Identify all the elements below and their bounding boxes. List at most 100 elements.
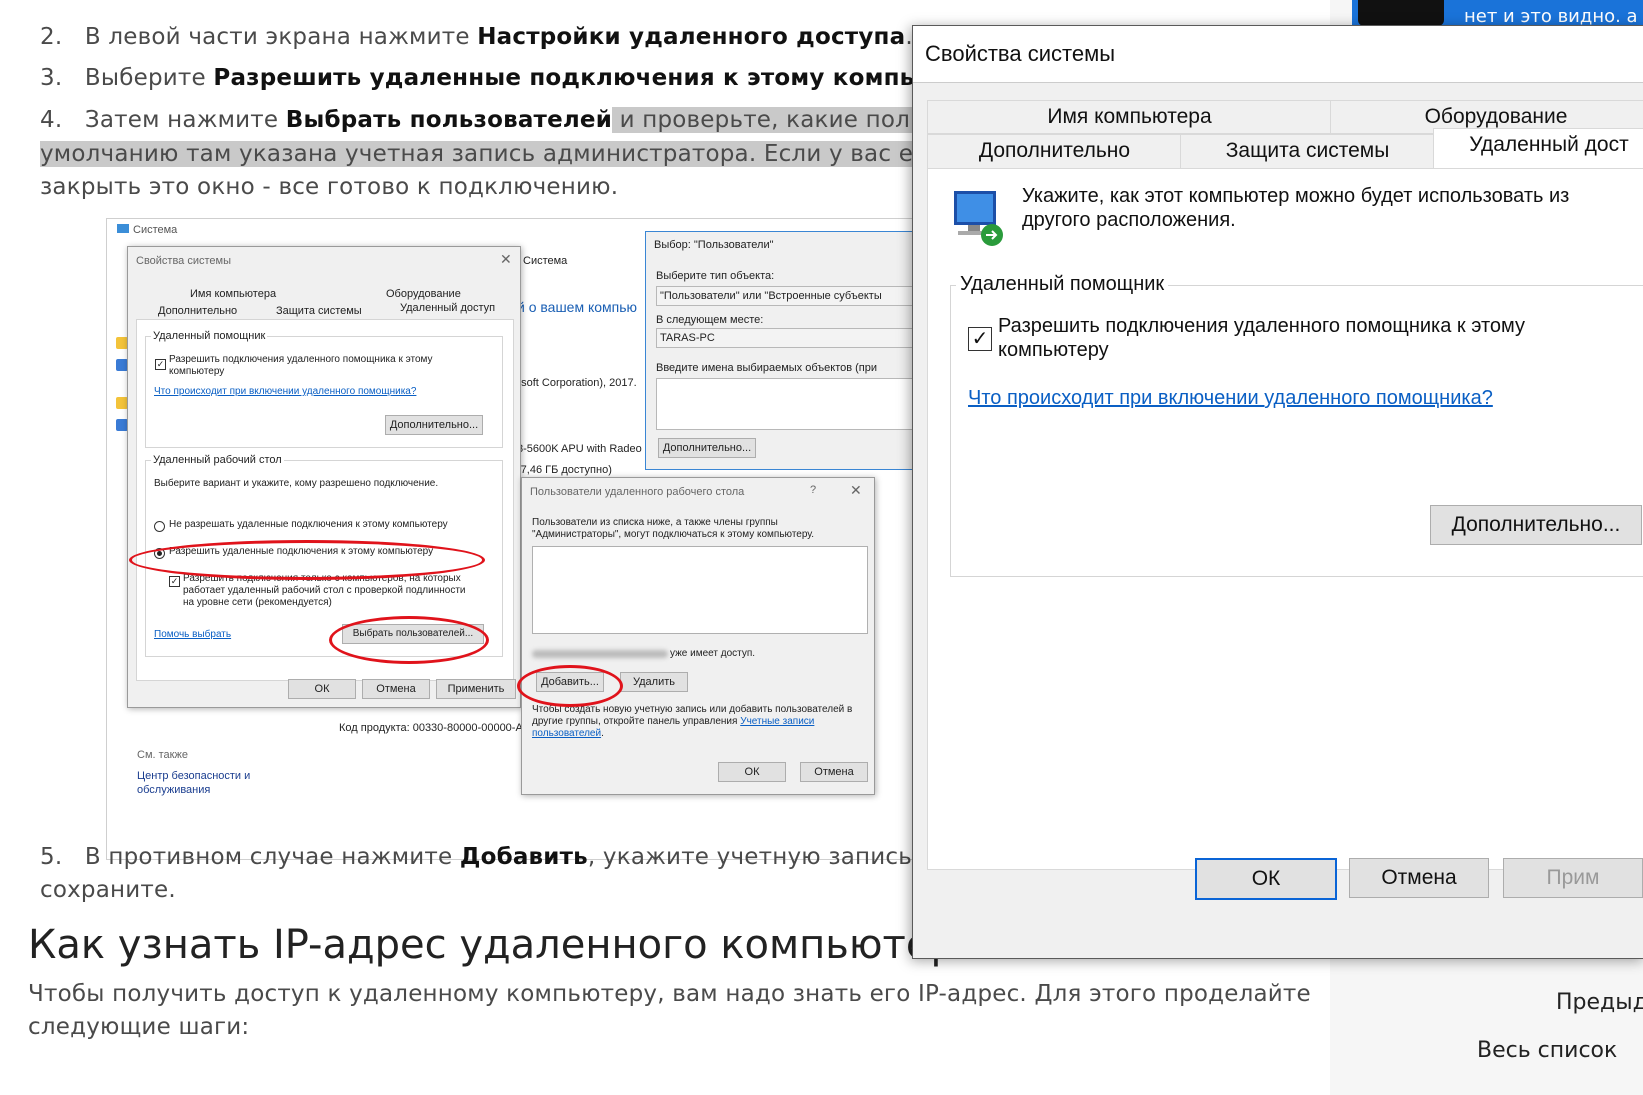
rdp-users-title: Пользователи удаленного рабочего стола xyxy=(530,486,745,498)
select-advanced-button[interactable]: Дополнительно... xyxy=(658,438,756,458)
tab-computer-name[interactable]: Имя компьютера xyxy=(927,100,1332,134)
rdp-deny-label: Не разрешать удаленные подключения к это… xyxy=(169,519,448,530)
bg-ram-text: (7,46 ГБ доступно) xyxy=(517,464,612,476)
dialog-intro-1: Укажите, как этот компьютер можно будет … xyxy=(1022,185,1570,207)
apply-button-small[interactable]: Применить xyxy=(436,679,516,699)
help-choose-link[interactable]: Помочь выбрать xyxy=(154,629,231,640)
rdp-users-list[interactable] xyxy=(532,546,868,634)
step-4-bold: Выбрать пользователей xyxy=(285,107,613,133)
embedded-screenshot: Система Система й о вашем компью osoft C… xyxy=(106,218,920,860)
bg-about-text: й о вашем компью xyxy=(517,299,638,315)
tab-system-protection[interactable]: Защита системы xyxy=(1180,134,1435,170)
system-window-title: Система xyxy=(117,224,177,236)
select-type-field: "Пользователи" или "Встроенные субъекты xyxy=(656,286,919,306)
nla-label-2: работает удаленный рабочий стол с провер… xyxy=(183,585,466,596)
tab-remote-access[interactable]: Удаленный дост xyxy=(1433,128,1643,169)
rdp-desc: Выберите вариант и укажите, кому разреше… xyxy=(154,478,439,489)
see-also-label: См. также xyxy=(137,749,188,761)
title-divider xyxy=(913,82,1643,83)
remove-button[interactable]: Удалить xyxy=(620,672,688,692)
dialog-title: Свойства системы xyxy=(913,26,1643,82)
dialog-intro-2: другого расположения. xyxy=(1022,209,1236,231)
banner-image xyxy=(1358,0,1444,26)
select-location-label: В следующем месте: xyxy=(656,314,764,326)
assist-group-label: Удаленный помощник xyxy=(956,273,1169,296)
rdp-users-note3: пользователей. xyxy=(532,728,604,739)
rdp-users-desc1: Пользователи из списка ниже, а также чле… xyxy=(532,517,778,528)
step-2: 2. В левой части экрана нажмите Настройк… xyxy=(40,24,913,50)
bg-product-code: Код продукта: 00330-80000-00000-A xyxy=(339,722,523,734)
tab-advanced-small[interactable]: Дополнительно xyxy=(158,305,237,317)
accounts-link-2[interactable]: пользователей xyxy=(532,728,601,739)
prev-link[interactable]: Предыд xyxy=(1556,990,1643,1015)
step-4-line2: умолчанию там указана учетная запись адм… xyxy=(40,141,977,167)
step-5-line2: сохраните. xyxy=(40,877,176,903)
bg-corp-text: osoft Corporation), 2017. xyxy=(515,377,637,389)
system-properties-dialog: Свойства системы Имя компьютера Оборудов… xyxy=(912,25,1643,959)
select-names-input[interactable] xyxy=(656,378,919,430)
rdp-deny-radio[interactable] xyxy=(154,521,165,532)
highlight-ring-select-users xyxy=(329,616,489,664)
tab-computer-name-small[interactable]: Имя компьютера xyxy=(190,288,276,300)
remote-computer-icon xyxy=(950,187,1004,246)
step-2-bold: Настройки удаленного доступа xyxy=(477,24,906,50)
select-names-label: Введите имена выбираемых объектов (при xyxy=(656,362,878,374)
tab-protection-small[interactable]: Защита системы xyxy=(276,305,362,317)
rdp-users-cancel-button[interactable]: Отмена xyxy=(800,762,868,782)
select-location-field: TARAS-PC xyxy=(656,328,919,348)
advanced-button-small[interactable]: Дополнительно... xyxy=(385,415,483,435)
step-3: 3. Выберите Разрешить удаленные подключе… xyxy=(40,65,951,91)
rdp-users-ok-button[interactable]: ОК xyxy=(718,762,786,782)
highlight-ring-allow xyxy=(129,540,485,580)
assist-check-label-small: Разрешить подключения удаленного помощни… xyxy=(169,354,433,365)
assist-check-label2-small: компьютеру xyxy=(169,366,225,377)
cancel-button[interactable]: Отмена xyxy=(1349,858,1489,898)
close-icon-rdp[interactable]: ✕ xyxy=(850,482,862,499)
assist-check-label-2: компьютеру xyxy=(998,339,1109,361)
ok-button[interactable]: ОК xyxy=(1195,858,1337,900)
monitor-icon xyxy=(117,224,129,233)
ok-button-small[interactable]: ОК xyxy=(288,679,356,699)
sidebar-banner-text: нет и это видно. а xyxy=(1464,6,1638,27)
assist-group-label-small: Удаленный помощник xyxy=(151,330,268,342)
assist-link-small[interactable]: Что происходит при включении удаленного … xyxy=(154,386,416,397)
step-4: 4. Затем нажмите Выбрать пользователей и… xyxy=(40,107,937,133)
assist-check-label-1: Разрешить подключения удаленного помощни… xyxy=(998,315,1526,337)
paragraph-line1: Чтобы получить доступ к удаленному компь… xyxy=(28,981,1311,1007)
tab-hardware-small[interactable]: Оборудование xyxy=(386,288,461,300)
props-title-small: Свойства системы xyxy=(136,255,232,267)
bg-system-label: Система xyxy=(523,255,568,267)
select-users-dialog: Выбор: "Пользователи" Выберите тип объек… xyxy=(645,231,919,470)
tab-advanced[interactable]: Дополнительно xyxy=(927,134,1182,170)
rdp-users-access-text: уже имеет доступ. xyxy=(670,648,756,659)
close-icon[interactable]: ✕ xyxy=(500,251,512,268)
security-center-link[interactable]: Центр безопасности и xyxy=(137,770,250,782)
nla-label-3: на уровне сети (рекомендуется) xyxy=(183,597,332,608)
tab-remote-small[interactable]: Удаленный доступ xyxy=(400,302,495,314)
help-icon[interactable]: ? xyxy=(810,484,816,496)
advanced-button[interactable]: Дополнительно... xyxy=(1430,505,1642,545)
accounts-link[interactable]: Учетные записи xyxy=(740,716,814,727)
step-5-bold: Добавить xyxy=(459,844,588,870)
rdp-users-dialog: Пользователи удаленного рабочего стола ?… xyxy=(521,477,875,795)
select-type-label: Выберите тип объекта: xyxy=(656,270,775,282)
rdp-group-label: Удаленный рабочий стол xyxy=(151,454,284,466)
rdp-users-desc2: "Администраторы", могут подключаться к э… xyxy=(532,529,815,540)
step-5: 5. В противном случае нажмите Добавить, … xyxy=(40,844,920,870)
remote-tab-panel: Укажите, как этот компьютер можно будет … xyxy=(927,168,1643,870)
assist-help-link[interactable]: Что происходит при включении удаленного … xyxy=(968,387,1493,410)
apply-button[interactable]: Прим xyxy=(1503,858,1643,898)
rdp-users-note2: другие группы, откройте панель управлени… xyxy=(532,716,815,727)
blurred-account xyxy=(532,650,668,658)
bg-cpu-text: 8-5600K APU with Radeo xyxy=(517,443,642,455)
section-heading: Как узнать IP-адрес удаленного компьютер… xyxy=(28,922,981,968)
all-list-link[interactable]: Весь список xyxy=(1477,1038,1617,1063)
step-3-bold: Разрешить удаленные подключения к этому … xyxy=(213,65,951,91)
paragraph-line2: следующие шаги: xyxy=(28,1014,250,1040)
assist-checkbox-small[interactable]: ✓ xyxy=(155,359,166,370)
nla-checkbox[interactable]: ✓ xyxy=(169,576,180,587)
select-dialog-title: Выбор: "Пользователи" xyxy=(654,239,774,251)
assist-checkbox[interactable]: ✓ xyxy=(968,327,992,351)
security-center-link-2[interactable]: обслуживания xyxy=(137,784,210,796)
cancel-button-small[interactable]: Отмена xyxy=(362,679,430,699)
